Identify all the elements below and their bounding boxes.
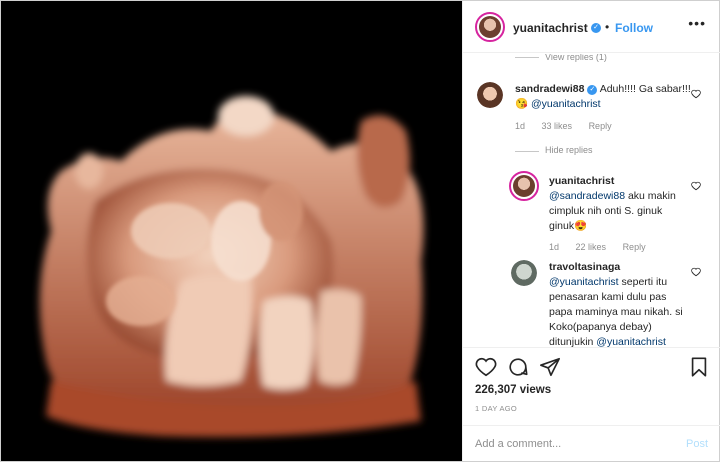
post-media[interactable] xyxy=(1,1,462,461)
follow-button[interactable]: Follow xyxy=(615,21,653,35)
heart-icon[interactable] xyxy=(475,356,497,378)
comment-text: sandradewi88 ✓ Aduh!!!! Ga sabar!!! 😘 @y… xyxy=(515,82,695,112)
views-count[interactable]: 226,307 views xyxy=(475,384,551,396)
replies-line-divider xyxy=(515,151,539,152)
verified-badge-icon: ✓ xyxy=(591,23,601,33)
reply-avatar[interactable] xyxy=(509,171,539,201)
comment-time: 1d xyxy=(515,121,526,131)
post-sidebar: yuanitachrist ✓ • Follow ••• View replie… xyxy=(462,1,720,461)
post-actions: 226,307 views 1 DAY AGO xyxy=(463,347,720,425)
reply-mention-end[interactable]: @yuanitachrist xyxy=(596,336,666,347)
comment-username[interactable]: sandradewi88 xyxy=(515,83,584,95)
reply-text: travoltasinaga @yuanitachrist seperti it… xyxy=(549,260,684,347)
author-avatar[interactable] xyxy=(475,12,505,42)
comment-meta: 1d 33 likes Reply xyxy=(515,121,626,131)
view-replies-link[interactable]: View replies (1) xyxy=(545,54,607,62)
hide-replies-link[interactable]: Hide replies xyxy=(545,145,593,155)
reply-mention[interactable]: @sandradewi88 xyxy=(549,190,625,202)
reply-like-heart-icon[interactable] xyxy=(691,181,701,191)
comment-input[interactable] xyxy=(475,436,665,452)
verified-badge-icon: ✓ xyxy=(587,85,598,95)
post-comment-button[interactable]: Post xyxy=(686,438,708,450)
comment-icon[interactable] xyxy=(507,356,529,378)
post-timestamp: 1 DAY AGO xyxy=(475,404,518,413)
comment-mention[interactable]: @yuanitachrist xyxy=(531,98,601,110)
bookmark-icon[interactable] xyxy=(688,356,710,378)
reply-reply-button[interactable]: Reply xyxy=(623,242,646,252)
author-username[interactable]: yuanitachrist xyxy=(513,21,588,35)
commenter-avatar[interactable] xyxy=(477,82,503,108)
reply-avatar[interactable] xyxy=(511,260,537,286)
share-icon[interactable] xyxy=(539,356,561,378)
reply-username[interactable]: yuanitachrist xyxy=(549,175,614,187)
comment-like-heart-icon[interactable] xyxy=(691,89,701,99)
reply-time: 1d xyxy=(549,242,560,252)
ultrasound-image xyxy=(1,1,462,461)
reply-text: yuanitachrist @sandradewi88 aku makin ci… xyxy=(549,174,684,234)
comment-reply-button[interactable]: Reply xyxy=(589,121,612,131)
reply-mention[interactable]: @yuanitachrist xyxy=(549,276,619,288)
comment-likes[interactable]: 33 likes xyxy=(542,121,573,131)
comment-composer: Post xyxy=(463,425,720,461)
post-header: yuanitachrist ✓ • Follow ••• xyxy=(463,1,720,53)
reply-username[interactable]: travoltasinaga xyxy=(549,261,620,273)
replies-line-divider xyxy=(515,57,539,58)
comments-list[interactable]: View replies (1) sandradewi88 ✓ Aduh!!!!… xyxy=(463,54,720,347)
reply-likes[interactable]: 22 likes xyxy=(576,242,607,252)
separator-dot: • xyxy=(605,20,610,34)
reply-meta: 1d 22 likes Reply xyxy=(549,242,660,252)
reply-like-heart-icon[interactable] xyxy=(691,267,701,277)
more-options-icon[interactable]: ••• xyxy=(688,15,706,31)
